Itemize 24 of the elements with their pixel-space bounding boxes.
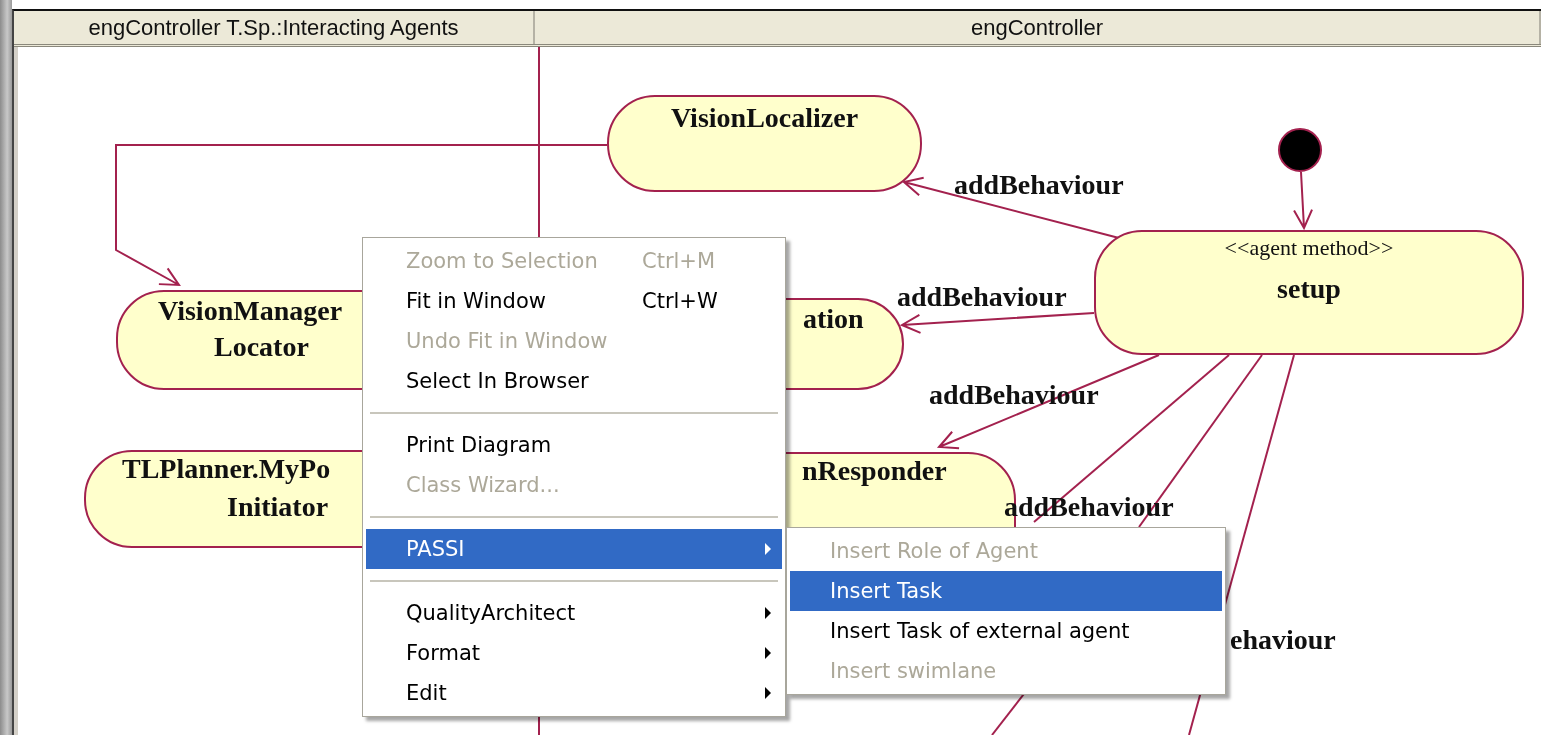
menu-item[interactable]: PASSI: [366, 529, 782, 569]
menu-item[interactable]: Fit in Window Ctrl+W: [366, 281, 782, 321]
edge-label: addBehaviour: [897, 282, 1067, 313]
edge-label: ehaviour: [1230, 625, 1336, 656]
menu-item[interactable]: Print Diagram: [366, 425, 782, 465]
node-label: Initiator: [227, 492, 329, 523]
swimlane-header: engController T.Sp.:Interacting Agents: [14, 11, 535, 44]
node-label: setup: [1276, 274, 1342, 305]
node-label: VisionLocalizer: [669, 103, 860, 134]
node-label: TLPlanner.MyPo: [122, 454, 331, 485]
stereotype-label: <<agent method>>: [1223, 236, 1395, 261]
initial-node: [1278, 128, 1322, 172]
node-label: Locator: [214, 332, 309, 363]
node-label: ation: [803, 304, 864, 335]
node-label: VisionManager: [158, 296, 343, 327]
node-label: nResponder: [802, 456, 947, 487]
menu-item[interactable]: Edit: [366, 673, 782, 713]
menu-item[interactable]: QualityArchitect: [366, 593, 782, 633]
menu-item[interactable]: Insert Task: [790, 571, 1222, 611]
menu-item[interactable]: Insert Task of external agent: [790, 611, 1222, 651]
swimlane-header: engController: [535, 11, 1541, 44]
menu-item[interactable]: Select In Browser: [366, 361, 782, 401]
menu-item[interactable]: Format: [366, 633, 782, 673]
edge-label: addBehaviour: [954, 170, 1124, 201]
